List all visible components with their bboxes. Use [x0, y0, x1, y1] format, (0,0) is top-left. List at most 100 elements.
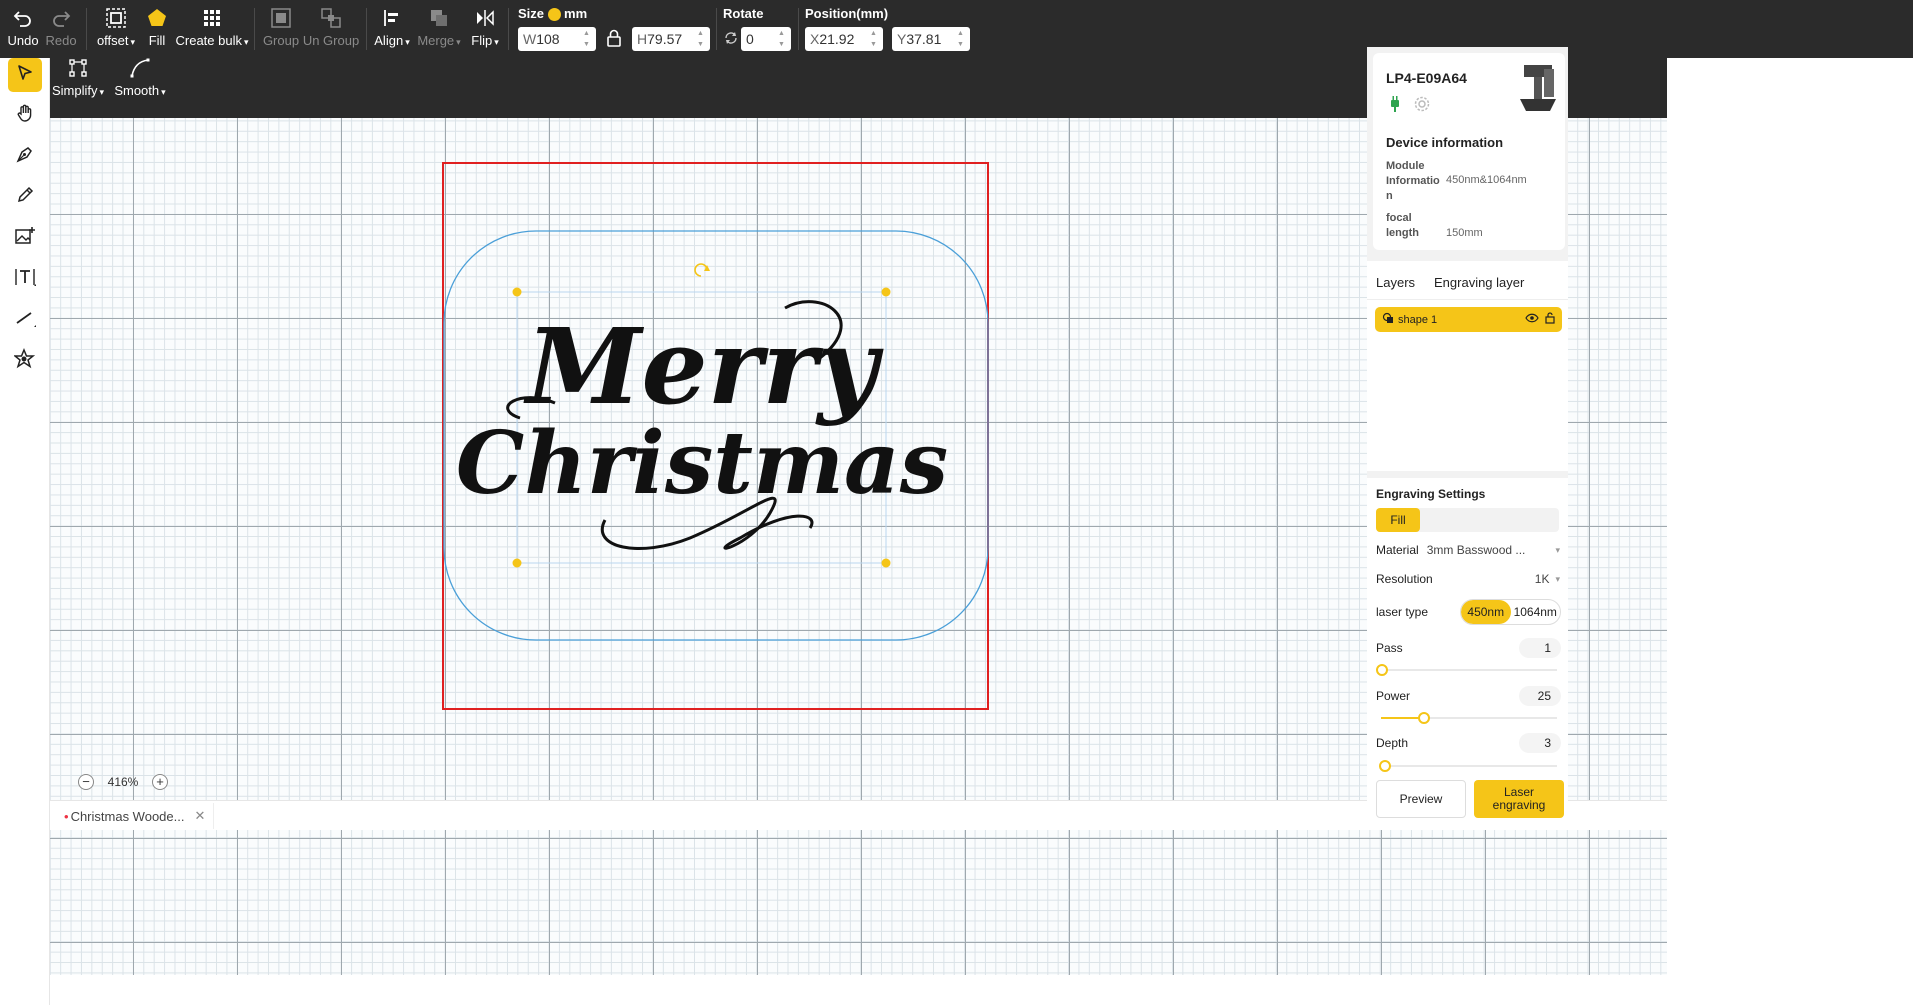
spinner-icon[interactable]: ▲ ▼: [957, 29, 967, 49]
pen-nib-icon: [15, 144, 35, 169]
laser-engraving-button[interactable]: Laser engraving: [1474, 780, 1564, 818]
y-value: 37.81: [906, 31, 942, 47]
resize-handle-bottom-left[interactable]: [512, 558, 522, 568]
toolbar-divider: [716, 8, 717, 50]
spinner-icon[interactable]: ▲ ▼: [583, 29, 593, 49]
eye-visibility-icon[interactable]: [1525, 313, 1539, 326]
group-label: Group: [262, 33, 300, 48]
material-select[interactable]: Material 3mm Basswood ... ▾: [1376, 540, 1560, 560]
chevron-down-icon: ▾: [1555, 573, 1560, 584]
ungroup-button[interactable]: Un Group: [302, 6, 360, 52]
resize-handle-bottom-right[interactable]: [881, 558, 891, 568]
power-row: Power 25: [1376, 686, 1561, 706]
line-icon: [14, 307, 36, 334]
position-label: Position(mm): [805, 6, 889, 21]
image-tool[interactable]: [8, 221, 42, 255]
zoom-in-button[interactable]: +: [151, 774, 168, 790]
group-button[interactable]: Group: [262, 6, 300, 52]
smooth-label: Smooth: [114, 83, 160, 98]
fill-mode-button[interactable]: Fill: [1376, 508, 1420, 532]
device-info-title: Device information: [1386, 135, 1504, 150]
x-position-field[interactable]: X 21.92 ▲ ▼: [805, 27, 883, 51]
y-prefix: Y: [897, 31, 907, 47]
simplify-button[interactable]: Simplify ▾: [52, 56, 104, 102]
merge-button[interactable]: Merge ▾: [417, 6, 461, 52]
tab-engraving-layer[interactable]: Engraving layer: [1434, 275, 1524, 290]
device-card: LP4-E09A64 Device information Module Inf…: [1373, 53, 1565, 250]
focal-length-value: 150mm: [1446, 227, 1483, 239]
depth-input[interactable]: 3: [1519, 733, 1561, 753]
group-icon: [270, 6, 292, 30]
resize-handle-top-left[interactable]: [512, 287, 522, 297]
align-button[interactable]: Align ▾: [374, 6, 410, 52]
spinner-icon[interactable]: ▲ ▼: [870, 29, 880, 49]
tab-layers[interactable]: Layers: [1376, 275, 1415, 290]
undo-button[interactable]: Undo: [7, 6, 39, 52]
spinner-icon[interactable]: ▲ ▼: [778, 29, 788, 49]
select-tool[interactable]: [8, 58, 42, 92]
fill-button[interactable]: Fill: [144, 6, 170, 52]
depth-row: Depth 3: [1376, 733, 1561, 753]
shape-tool[interactable]: [8, 344, 42, 378]
chevron-down-icon: ▾: [243, 37, 249, 47]
zoom-out-button[interactable]: −: [78, 774, 94, 790]
settings-gear-icon[interactable]: [1413, 95, 1431, 118]
size-label: Size: [518, 6, 545, 21]
y-position-field[interactable]: Y 37.81 ▲ ▼: [892, 27, 970, 51]
slider-knob[interactable]: [1418, 712, 1430, 724]
laser-type-label: laser type: [1376, 605, 1429, 619]
resize-handle-top-right[interactable]: [881, 287, 891, 297]
close-icon[interactable]: ✕: [194, 808, 205, 824]
preview-button[interactable]: Preview: [1376, 780, 1466, 818]
unit-toggle-icon[interactable]: [548, 8, 562, 22]
hand-tool[interactable]: [8, 98, 42, 132]
smooth-button[interactable]: Smooth ▾: [114, 56, 166, 102]
redo-icon: [51, 6, 71, 30]
engraving-settings-panel: Engraving Settings Fill Material 3mm Bas…: [1367, 478, 1568, 830]
material-label: Material: [1376, 543, 1419, 557]
height-value: 79.57: [647, 31, 683, 47]
module-info-label: Module Informatio n: [1386, 160, 1440, 202]
artwork-christmas-text: Christmas: [456, 413, 948, 514]
chevron-down-icon: ▾: [161, 87, 166, 97]
chevron-down-icon: ▾: [494, 37, 499, 47]
redo-button[interactable]: Redo: [45, 6, 77, 52]
unsaved-dot-icon: •: [64, 808, 69, 824]
slider-knob[interactable]: [1376, 664, 1388, 676]
pen-tool[interactable]: [8, 139, 42, 173]
flip-button[interactable]: Flip ▾: [470, 6, 500, 52]
pass-slider[interactable]: [1376, 664, 1557, 676]
rotate-value: 0: [746, 31, 754, 47]
toolbar-divider: [508, 8, 509, 50]
app-window: Undo Redo offset ▾ Fill Create bulk ▾ Gr…: [0, 0, 1913, 1005]
unlock-icon[interactable]: [1545, 312, 1555, 327]
slider-knob[interactable]: [1379, 760, 1391, 772]
power-input[interactable]: 25: [1519, 686, 1561, 706]
line-tool[interactable]: [8, 303, 42, 337]
spinner-icon[interactable]: ▲ ▼: [697, 29, 707, 49]
file-tab[interactable]: • Christmas Woode... ✕: [56, 803, 215, 829]
offset-label: offset: [96, 33, 129, 48]
slider-fill: [1381, 717, 1423, 719]
laser-option-450nm[interactable]: 450nm: [1461, 600, 1511, 624]
resolution-select[interactable]: Resolution 1K ▾: [1376, 569, 1560, 589]
pass-input[interactable]: 1: [1519, 638, 1561, 658]
pencil-tool[interactable]: [8, 180, 42, 214]
width-field[interactable]: W 108 ▲ ▼: [518, 27, 596, 51]
laser-option-1064nm[interactable]: 1064nm: [1511, 600, 1561, 624]
rotate-handle-icon[interactable]: [694, 263, 710, 277]
rotate-field[interactable]: 0 ▲ ▼: [741, 27, 791, 51]
hand-icon: [15, 103, 35, 128]
ungroup-label: Un Group: [302, 33, 360, 48]
text-tool[interactable]: [8, 262, 42, 296]
laser-machine-icon: [1518, 63, 1558, 118]
x-prefix: X: [810, 31, 820, 47]
create-bulk-button[interactable]: Create bulk ▾: [176, 6, 249, 52]
lock-ratio-icon[interactable]: [606, 28, 622, 53]
power-slider[interactable]: [1381, 712, 1557, 724]
layer-item[interactable]: shape 1: [1375, 307, 1562, 332]
power-label: Power: [1376, 689, 1411, 703]
offset-button[interactable]: offset ▾: [96, 6, 136, 52]
height-field[interactable]: H 79.57 ▲ ▼: [632, 27, 710, 51]
depth-slider[interactable]: [1379, 760, 1557, 772]
